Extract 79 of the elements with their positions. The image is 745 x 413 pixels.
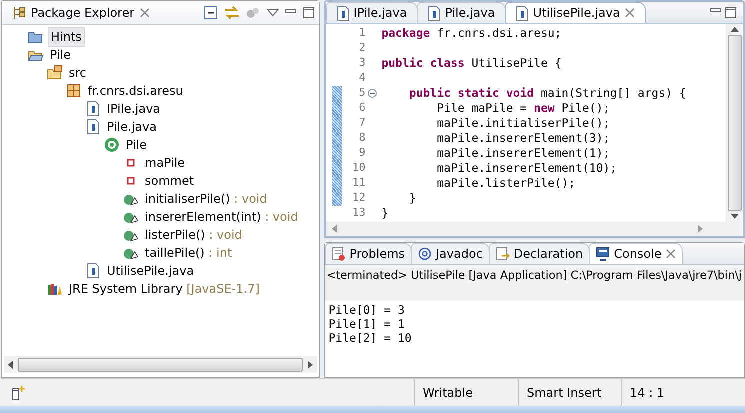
line-number: 11: [351, 175, 367, 192]
monitor-icon: [596, 247, 610, 261]
close-icon[interactable]: [666, 249, 676, 259]
tree-item[interactable]: IPile.java: [105, 100, 163, 118]
java-file-icon: [85, 263, 101, 279]
code-line: maPile.insererElement(3);: [436, 130, 610, 147]
code-line: maPile.insererElement(10);: [436, 160, 618, 177]
package-icon: [66, 83, 82, 99]
scroll-right-icon[interactable]: [306, 360, 313, 368]
tree-item[interactable]: Pile: [48, 46, 74, 64]
problems-icon: [332, 247, 346, 261]
java-file-icon: [85, 101, 101, 117]
line-number: 7: [358, 115, 367, 132]
code-line: public class UtilisePile {: [380, 54, 562, 72]
code-line: maPile.initialiserPile();: [436, 114, 610, 132]
java-file-icon: [514, 6, 528, 20]
code-line: }: [380, 204, 389, 222]
code-line: maPile.insererElement(1);: [436, 144, 610, 162]
java-file-icon: [334, 6, 349, 20]
editor-tab[interactable]: Pile.java: [417, 2, 506, 23]
tree-item[interactable]: fr.cnrs.dsi.aresu: [86, 82, 186, 100]
tree-item[interactable]: listerPile() : void: [143, 226, 244, 244]
class-icon: [104, 137, 120, 153]
collapse-icon[interactable]: [368, 89, 377, 98]
maximize-icon[interactable]: [725, 6, 738, 18]
view-menu-icon[interactable]: [267, 8, 280, 18]
books-icon: [47, 281, 63, 297]
line-number: 5: [358, 85, 367, 102]
new-view-icon[interactable]: [12, 384, 26, 400]
tree-item[interactable]: Hints: [48, 27, 85, 47]
vertical-scrollbar[interactable]: [726, 24, 743, 222]
tree-item[interactable]: initialiserPile() : void: [143, 190, 270, 208]
tree-item[interactable]: JRE System Library [JavaSE-1.7]: [67, 280, 262, 298]
view-tab[interactable]: Javadoc: [411, 243, 490, 264]
view-tab[interactable]: Declaration: [488, 243, 590, 264]
tree-item[interactable]: Pile.java: [105, 118, 159, 136]
console-header: <terminated> UtilisePile [Java Application] C:\Program Files\Java\jre7\bin\j: [326, 269, 742, 282]
line-number: 8: [358, 130, 367, 146]
tree-item[interactable]: maPile: [143, 154, 188, 172]
tree-item[interactable]: sommet: [143, 172, 196, 190]
code-line: }: [408, 190, 416, 207]
java-file-icon: [426, 6, 440, 20]
console-line: Pile[1] = 1: [328, 317, 406, 331]
code-line: public static void main(String[] args) {: [408, 84, 686, 102]
line-number: 12: [351, 190, 367, 206]
code-line: Pile maPile = new Pile();: [436, 100, 610, 117]
tree-item[interactable]: taillePile() : int: [143, 244, 234, 262]
horizontal-scrollbar[interactable]: [4, 356, 317, 373]
console-line: Pile[2] = 10: [328, 331, 413, 345]
line-number: 13: [351, 205, 367, 222]
line-number: 4: [358, 70, 367, 86]
code-line: maPile.listerPile();: [436, 174, 576, 192]
scroll-down-icon[interactable]: [730, 214, 738, 219]
line-number: 1: [358, 25, 367, 42]
declaration-icon: [496, 247, 510, 261]
close-icon[interactable]: [140, 8, 150, 18]
line-number: 6: [358, 100, 367, 116]
view-tab[interactable]: Problems: [324, 243, 412, 264]
maximize-icon[interactable]: [302, 6, 315, 18]
package-folder-icon: [47, 65, 63, 81]
scroll-up-icon[interactable]: [730, 27, 738, 32]
java-file-icon: [85, 119, 101, 135]
close-icon[interactable]: [625, 8, 636, 18]
line-number: 3: [358, 55, 367, 72]
line-number: 10: [351, 160, 367, 176]
editor-tab[interactable]: IPile.java: [326, 2, 418, 23]
tree-item[interactable]: src: [67, 64, 89, 82]
line-number: 9: [358, 145, 367, 162]
scroll-left-icon[interactable]: [8, 360, 14, 368]
collapse-all-icon[interactable]: [204, 6, 218, 20]
console-line: Pile[0] = 3: [328, 303, 406, 317]
code-line: package fr.cnrs.dsi.aresu;: [380, 24, 562, 42]
line-number: 2: [358, 40, 367, 56]
hierarchy-icon: [12, 6, 26, 20]
view-tab[interactable]: Console: [589, 243, 683, 264]
tree-item[interactable]: Pile: [124, 136, 150, 154]
tree-item[interactable]: insererElement(int) : void: [143, 208, 300, 226]
editor-tab[interactable]: UtilisePile.java: [505, 2, 646, 23]
tree-item[interactable]: UtilisePile.java: [105, 262, 196, 280]
